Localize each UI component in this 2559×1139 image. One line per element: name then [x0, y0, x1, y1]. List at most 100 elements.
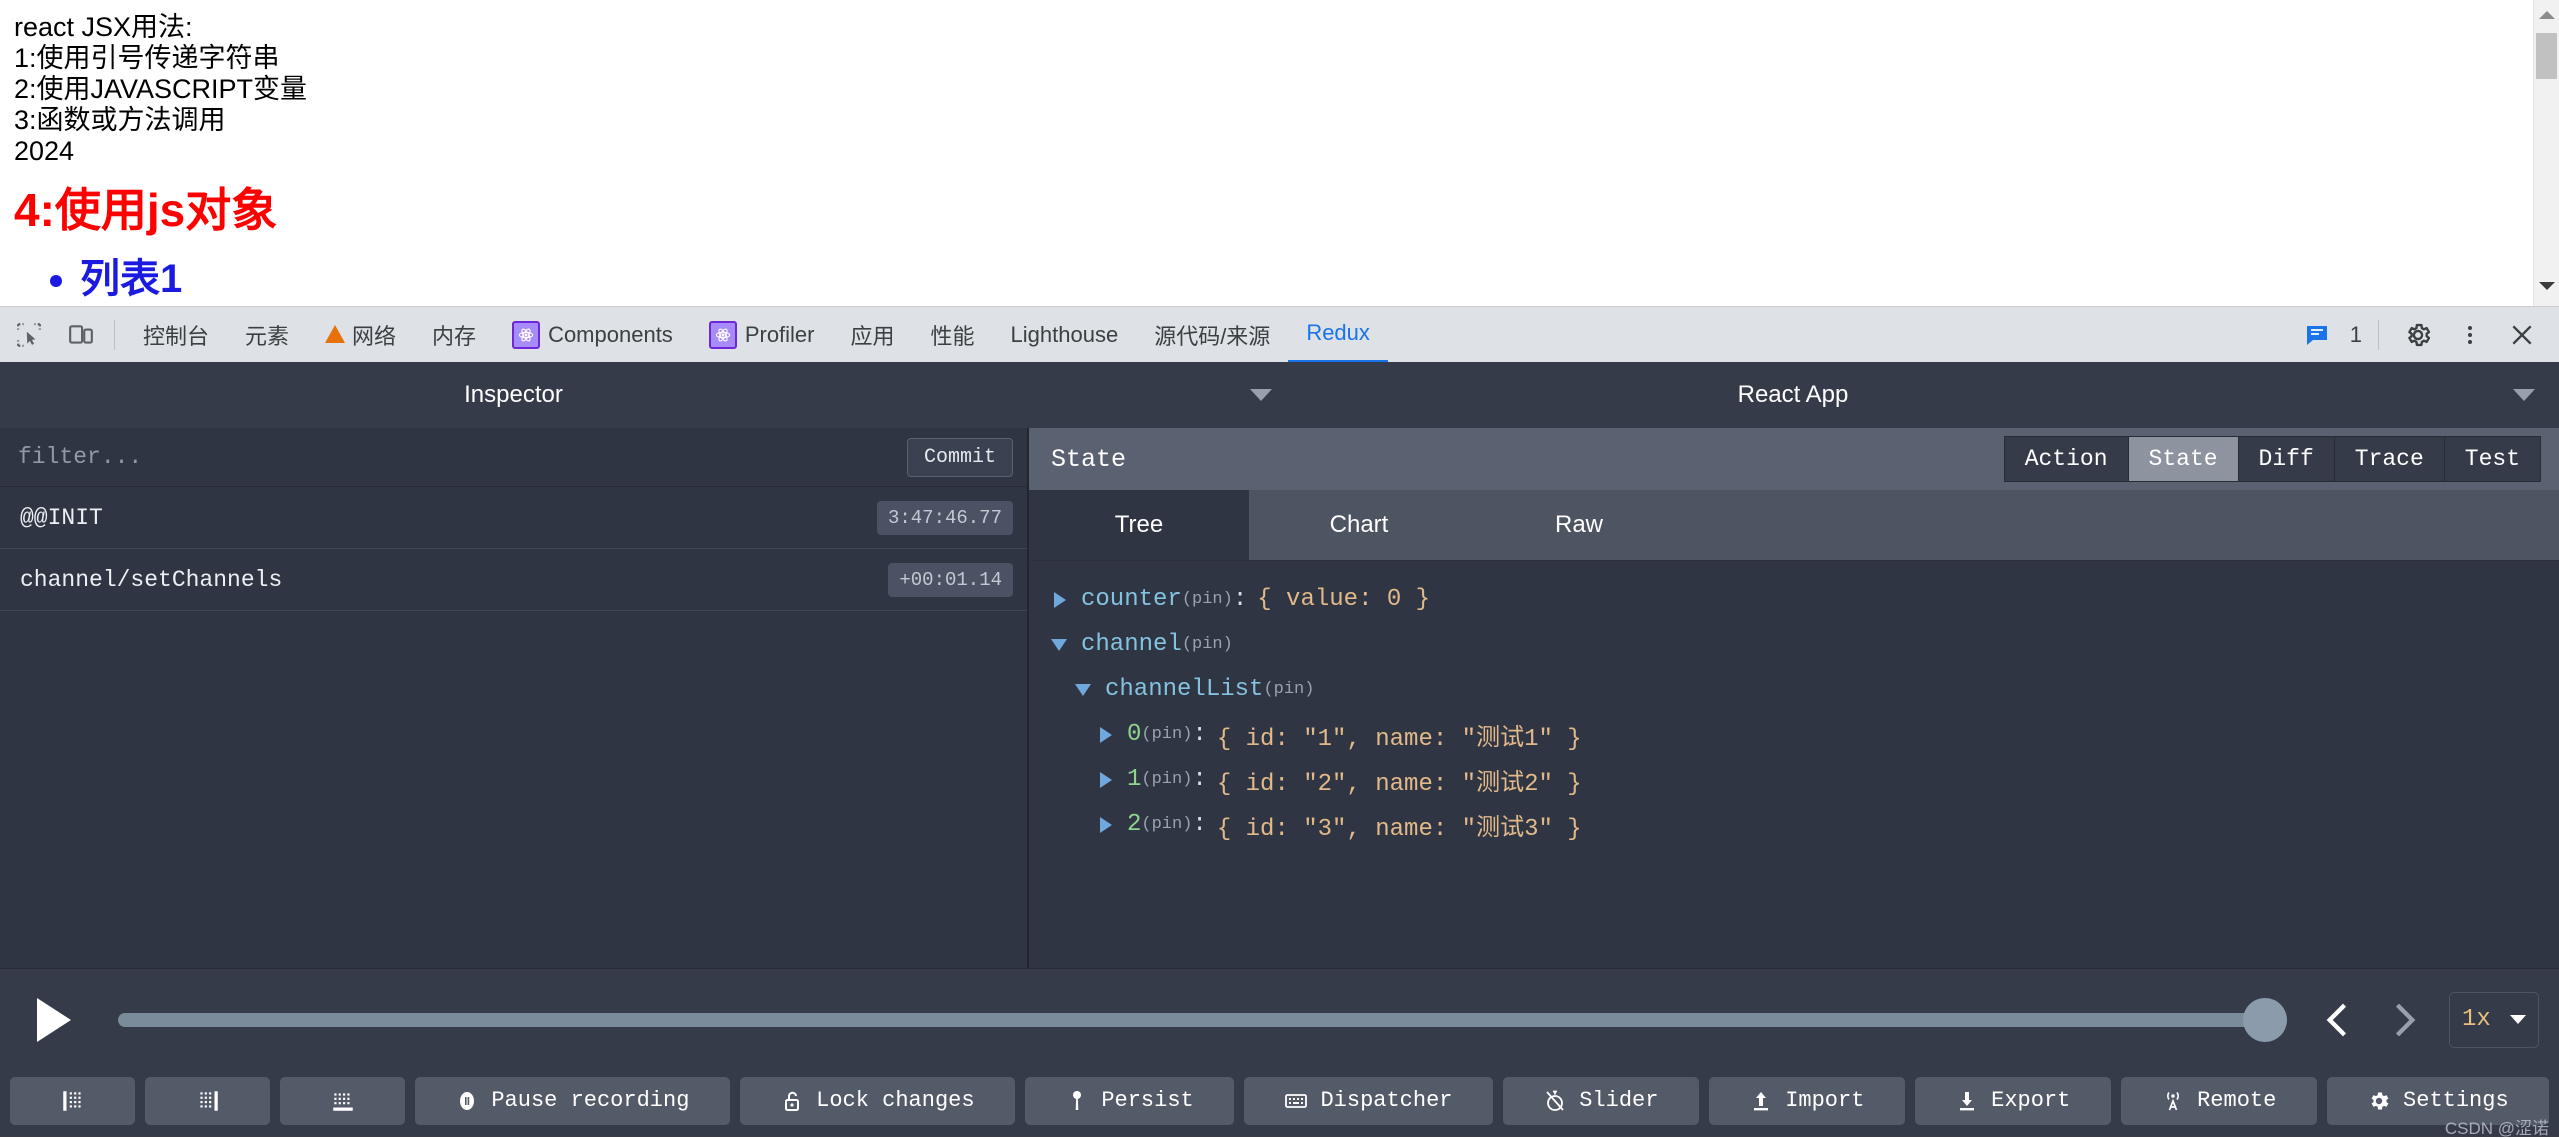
page-text-line: 2:使用JAVASCRIPT变量 [14, 74, 308, 104]
tab-application[interactable]: 应用 [833, 307, 913, 363]
react-logo-icon [512, 320, 541, 349]
tree-node[interactable]: counter (pin) : { value: 0 } [1051, 577, 2559, 622]
filter-input[interactable] [14, 444, 907, 470]
devtools-toolbar: 控制台 元素 网络 内存 Components Profiler 应用 性能 L… [0, 306, 2559, 363]
tab-redux[interactable]: Redux [1288, 307, 1388, 363]
pause-circle-icon [455, 1089, 479, 1113]
export-button[interactable]: Export [1914, 1076, 2111, 1125]
settings-button[interactable]: Settings [2326, 1076, 2550, 1125]
persist-button[interactable]: Persist [1024, 1076, 1235, 1125]
time-travel-slider[interactable] [82, 989, 2305, 1051]
broadcast-icon [2161, 1089, 2185, 1113]
tree-node-pin[interactable]: (pin) [1263, 680, 1314, 699]
redux-header: Inspector React App [0, 362, 2559, 428]
lock-changes-button[interactable]: Lock changes [739, 1076, 1015, 1125]
tree-node-pin[interactable]: (pin) [1141, 770, 1192, 789]
dock-bottom-button[interactable] [280, 1076, 405, 1125]
message-count: 1 [2349, 321, 2362, 347]
state-panel-title: State [1051, 444, 1127, 474]
device-toolbar-icon[interactable] [58, 312, 104, 358]
scroll-up-arrow-icon[interactable] [2534, 2, 2559, 27]
tab-label: 应用 [850, 323, 895, 349]
scroll-down-arrow-icon[interactable] [2534, 273, 2559, 298]
chevron-right-icon[interactable] [1051, 591, 1073, 608]
tab-diff[interactable]: Diff [2238, 436, 2335, 482]
instance-dropdown-caret-icon[interactable] [2513, 389, 2535, 401]
table-row[interactable]: @@INIT 3:47:46.77 [0, 487, 1027, 549]
subtab-raw[interactable]: Raw [1469, 490, 1689, 560]
button-label: Lock changes [816, 1088, 975, 1113]
prev-action-icon[interactable] [2305, 989, 2371, 1051]
tab-trace[interactable]: Trace [2334, 436, 2445, 482]
inspector-header: Inspector [0, 362, 1272, 428]
button-label: Dispatcher [1320, 1088, 1453, 1113]
import-button[interactable]: Import [1708, 1076, 1905, 1125]
tree-node[interactable]: 2 (pin) : { id: "3", name: "测试3" } [1051, 802, 2559, 847]
playback-speed-value: 1x [2462, 1006, 2491, 1033]
tree-node-preview: { value: 0 } [1257, 586, 1431, 613]
slider-thumb[interactable] [2243, 997, 2287, 1042]
tree-node[interactable]: channelList (pin) [1051, 667, 2559, 712]
tree-node-preview: { id: "2", name: "测试2" } [1216, 770, 1582, 798]
tree-node-pin[interactable]: (pin) [1182, 635, 1233, 654]
subtab-chart[interactable]: Chart [1249, 490, 1469, 560]
tab-lighthouse[interactable]: Lighthouse [993, 307, 1137, 363]
tree-node-key: channelList [1105, 676, 1264, 703]
tab-label: 元素 [245, 323, 290, 349]
tab-test[interactable]: Test [2444, 436, 2541, 482]
dispatcher-button[interactable]: Dispatcher [1244, 1076, 1493, 1125]
tab-state[interactable]: State [2128, 436, 2239, 482]
table-row[interactable]: channel/setChannels +00:01.14 [0, 549, 1027, 611]
tab-sources[interactable]: 源代码/来源 [1136, 307, 1288, 363]
action-timestamp: 3:47:46.77 [876, 500, 1013, 535]
dock-left-button[interactable] [10, 1076, 135, 1125]
commit-button[interactable]: Commit [906, 437, 1013, 477]
gear-icon [2367, 1089, 2391, 1113]
state-inspector-panel: State Action State Diff Trace Test Tree … [1029, 428, 2559, 968]
console-messages-icon[interactable] [2294, 312, 2340, 358]
chevron-right-icon[interactable] [1097, 726, 1119, 743]
remote-button[interactable]: Remote [2120, 1076, 2317, 1125]
tree-node-key: 1 [1127, 766, 1142, 793]
tree-node-pin[interactable]: (pin) [1141, 815, 1192, 834]
inspect-element-icon[interactable] [6, 312, 52, 358]
instance-title: React App [1737, 381, 1849, 408]
subtab-tree[interactable]: Tree [1029, 490, 1249, 560]
slider-button[interactable]: Slider [1502, 1076, 1699, 1125]
tree-node-pin[interactable]: (pin) [1141, 725, 1192, 744]
playback-speed-select[interactable]: 1x [2449, 991, 2539, 1048]
toolbar-right-cluster: 1 [2288, 312, 2559, 358]
tree-node[interactable]: 1 (pin) : { id: "2", name: "测试2" } [1051, 757, 2559, 802]
tree-node-pin[interactable]: (pin) [1182, 590, 1233, 609]
tree-node-colon: : [1232, 586, 1248, 613]
tab-performance[interactable]: 性能 [913, 307, 993, 363]
chevron-down-icon [2510, 1015, 2526, 1024]
chevron-down-icon[interactable] [1051, 638, 1073, 651]
play-icon[interactable] [20, 989, 82, 1051]
more-vertical-icon[interactable] [2447, 312, 2493, 358]
tab-console[interactable]: 控制台 [125, 307, 227, 363]
tab-label: Redux [1306, 320, 1370, 345]
tab-label: Components [548, 321, 673, 347]
chevron-right-icon[interactable] [1097, 816, 1119, 833]
dock-right-button[interactable] [145, 1076, 270, 1125]
tab-elements[interactable]: 元素 [227, 307, 307, 363]
chevron-down-icon[interactable] [1075, 683, 1097, 696]
tab-network[interactable]: 网络 [307, 307, 414, 363]
chevron-right-icon[interactable] [1097, 771, 1119, 788]
tree-node[interactable]: channel (pin) [1051, 622, 2559, 667]
tab-memory[interactable]: 内存 [414, 307, 494, 363]
close-icon[interactable] [2499, 312, 2545, 358]
slider-track[interactable] [118, 1012, 2287, 1027]
settings-gear-icon[interactable] [2395, 312, 2441, 358]
pause-recording-button[interactable]: Pause recording [415, 1076, 730, 1125]
page-scrollbar-thumb[interactable] [2536, 33, 2557, 79]
page-scrollbar[interactable] [2533, 0, 2559, 306]
tab-action[interactable]: Action [2003, 436, 2129, 482]
tab-components[interactable]: Components [494, 307, 691, 363]
tab-label: 控制台 [143, 323, 210, 349]
next-action-icon[interactable] [2371, 989, 2437, 1051]
tab-profiler[interactable]: Profiler [691, 307, 833, 363]
tree-node[interactable]: 0 (pin) : { id: "1", name: "测试1" } [1051, 712, 2559, 757]
dock-bottom-icon [330, 1088, 356, 1114]
